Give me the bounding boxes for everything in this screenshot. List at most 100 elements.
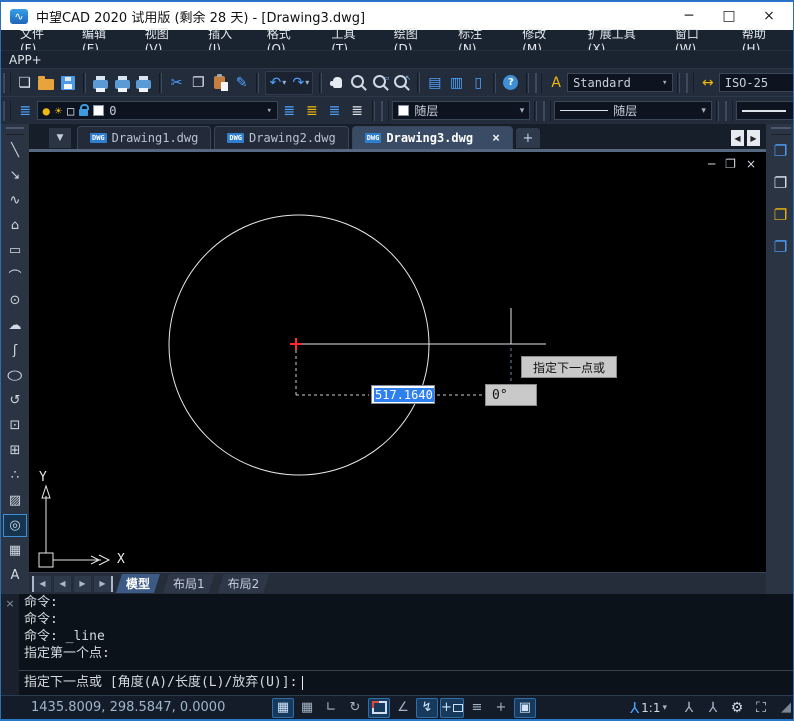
tool-table[interactable]: ▦ (3, 539, 27, 562)
tool-rectangle[interactable]: ▭ (3, 239, 27, 262)
make-layer-current-button[interactable]: ≣ (346, 100, 369, 122)
menu-help[interactable]: 帮助(H) (731, 30, 794, 50)
polar-toggle[interactable]: ↻ (344, 698, 366, 718)
paste-button[interactable] (209, 72, 231, 94)
paste-clip-button[interactable]: ❐ (769, 203, 793, 227)
menu-express-tools[interactable]: 扩展工具(X) (577, 30, 664, 50)
dynamic-input-toggle[interactable]: + (440, 698, 464, 718)
tab-drawing3-active[interactable]: DWG Drawing3.dwg × (352, 126, 513, 149)
tool-hatch[interactable]: ▨ (3, 489, 27, 512)
toolbar-grip[interactable] (725, 101, 733, 121)
zoom-previous-button[interactable]: ↖ (391, 72, 413, 94)
linetype-combo[interactable]: 随层 ▾ (554, 101, 712, 120)
menu-draw[interactable]: 绘图(D) (383, 30, 447, 50)
tab-drawing1[interactable]: DWG Drawing1.dwg (77, 126, 211, 149)
tab-drawing2[interactable]: DWG Drawing2.dwg (214, 126, 348, 149)
tool-region[interactable]: ◎ (3, 514, 27, 537)
toolbar-grip[interactable] (381, 101, 389, 121)
match-properties-button[interactable]: ✎ (231, 72, 253, 94)
color-combo[interactable]: 随层 ▾ (392, 101, 530, 120)
tool-ellipse-arc[interactable]: ↺ (3, 389, 27, 412)
layer-states-button[interactable]: ≣ (301, 100, 324, 122)
copy-base-point-button[interactable]: ❐ (769, 171, 793, 195)
tool-revision-cloud[interactable]: ☁ (3, 314, 27, 337)
menu-dimension[interactable]: 标注(N) (447, 30, 511, 50)
tool-point[interactable]: ∴ (3, 464, 27, 487)
layer-combo[interactable]: ● ☀ □ 0 ▾ (37, 101, 278, 120)
menu-insert[interactable]: 插入(I) (197, 30, 256, 50)
annotation-visibility-button[interactable]: ⅄ (678, 698, 700, 718)
first-layout-button[interactable]: ◀ (32, 576, 51, 592)
scroll-tabs-left-button[interactable]: ◀ (731, 130, 744, 146)
toolbar-grip[interactable] (771, 127, 791, 135)
tab-layout2[interactable]: 布局2 (218, 574, 270, 593)
toolbar-grip[interactable] (6, 127, 24, 135)
zoom-window-button[interactable]: ▭ (370, 72, 392, 94)
scroll-tabs-right-button[interactable]: ▶ (747, 130, 760, 146)
resize-grip-icon[interactable]: ◢ (781, 700, 791, 715)
tool-insert-block[interactable]: ⊡ (3, 414, 27, 437)
child-close-button[interactable]: × (746, 157, 756, 171)
zoom-realtime-button[interactable] (348, 72, 370, 94)
redo-button[interactable]: ↷▾ (289, 72, 312, 94)
lineweight-combo[interactable] (736, 101, 794, 120)
workspace-settings-button[interactable]: ⚙ (726, 698, 748, 718)
child-minimize-button[interactable]: ─ (708, 157, 715, 171)
tab-list-dropdown[interactable]: ▼ (49, 128, 71, 148)
help-button[interactable]: ? (500, 72, 522, 94)
design-center-button[interactable]: ▥ (446, 72, 468, 94)
toolbar-grip[interactable] (535, 73, 543, 93)
otrack-toggle[interactable]: ↯ (416, 698, 438, 718)
new-file-button[interactable]: ❏ (14, 72, 36, 94)
annotation-scale-control[interactable]: ⅄ 1:1 ▾ (630, 699, 667, 717)
tool-polyline[interactable]: ∿ (3, 189, 27, 212)
plot-preview-button[interactable] (111, 72, 133, 94)
lineweight-toggle[interactable]: ≡ (466, 698, 488, 718)
next-layout-button[interactable]: ▶ (74, 576, 91, 592)
toolbar-grip[interactable] (543, 101, 551, 121)
menu-modify[interactable]: 修改(M) (511, 30, 576, 50)
annotation-monitor-toggle[interactable]: ▣ (514, 698, 536, 718)
point-entry-toggle[interactable]: + (490, 698, 512, 718)
cut-button[interactable]: ✂ (166, 72, 188, 94)
layer-isolate-button[interactable]: ≣ (323, 100, 346, 122)
tab-model[interactable]: 模型 (116, 574, 160, 593)
paste-original-coords-button[interactable]: ❐ (769, 235, 793, 259)
child-restore-button[interactable]: ❐ (725, 157, 736, 171)
copy-clip-button[interactable]: ❐ (769, 139, 793, 163)
command-close-icon[interactable]: × (5, 597, 14, 695)
pan-button[interactable] (326, 72, 348, 94)
menu-window[interactable]: 窗口(W) (664, 30, 731, 50)
plot-button[interactable] (90, 72, 112, 94)
osnap-toggle[interactable] (368, 698, 390, 718)
new-tab-button[interactable]: + (516, 128, 540, 148)
tool-arc[interactable]: ⌒ (3, 264, 27, 287)
menu-format[interactable]: 格式(O) (256, 30, 321, 50)
tool-line[interactable]: ╲ (3, 139, 27, 162)
tool-spline[interactable]: ʃ (3, 339, 27, 362)
open-file-button[interactable] (35, 72, 57, 94)
copy-button[interactable]: ❐ (187, 72, 209, 94)
tool-palettes-button[interactable]: ▯ (467, 72, 489, 94)
toolbar-grip[interactable] (3, 73, 11, 93)
toolbar-grip[interactable] (3, 101, 11, 121)
dim-style-button[interactable]: ↔ (697, 72, 719, 94)
layer-previous-button[interactable]: ≣ (278, 100, 301, 122)
menu-file[interactable]: 文件(F) (9, 30, 71, 50)
command-input-line[interactable]: 指定下一点或 [角度(A)/长度(L)/放弃(U)]: (19, 670, 794, 695)
menu-edit[interactable]: 编辑(E) (71, 30, 134, 50)
last-layout-button[interactable]: ▶ (94, 576, 113, 592)
tool-ellipse[interactable]: ○ (3, 364, 27, 387)
tab-close-icon[interactable]: × (492, 131, 500, 146)
previous-layout-button[interactable]: ◀ (54, 576, 71, 592)
auto-scale-button[interactable]: ⅄ (702, 698, 724, 718)
tool-mtext[interactable]: A (3, 564, 27, 587)
drawing-canvas[interactable]: ─ ❐ × 517.1640 0° 指定下一点或 Y X (29, 152, 766, 572)
layer-properties-button[interactable]: ≣ (14, 100, 37, 122)
app-plus-menu[interactable]: APP+ (1, 53, 42, 67)
angle-snap-toggle[interactable]: ∠ (392, 698, 414, 718)
ortho-toggle[interactable]: ∟ (320, 698, 342, 718)
tool-construction-line[interactable]: ↘ (3, 164, 27, 187)
snap-toggle[interactable]: ▦ (272, 698, 294, 718)
text-style-button[interactable]: A (545, 72, 567, 94)
